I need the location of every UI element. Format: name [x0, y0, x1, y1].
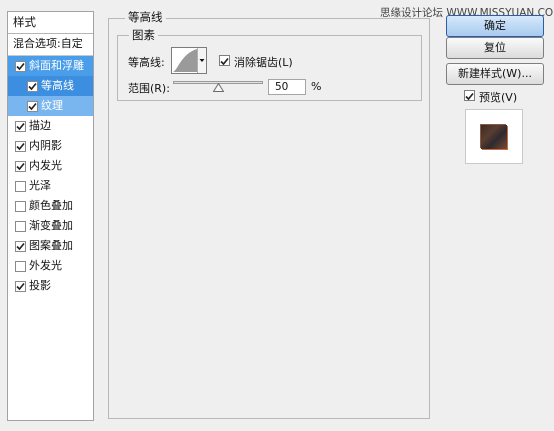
ok-button[interactable]: 确定	[446, 15, 544, 37]
contour-group-title: 等高线	[125, 11, 166, 24]
style-item-color-overlay[interactable]: 颜色叠加	[8, 196, 93, 216]
style-item-contour[interactable]: 等高线	[8, 76, 93, 96]
range-label: 范围(R):	[128, 82, 170, 95]
style-item-label: 投影	[29, 279, 51, 292]
style-item-stroke[interactable]: 描边	[8, 116, 93, 136]
style-item-pattern-overlay[interactable]: 图案叠加	[8, 236, 93, 256]
antialias-checkbox[interactable]	[219, 55, 230, 66]
style-item-label: 斜面和浮雕	[29, 59, 84, 72]
new-style-button[interactable]: 新建样式(W)...	[446, 63, 544, 85]
style-item-bevel-emboss[interactable]: 斜面和浮雕	[8, 56, 93, 76]
color-overlay-checkbox[interactable]	[15, 201, 26, 212]
style-item-texture[interactable]: 纹理	[8, 96, 93, 116]
style-item-outer-glow[interactable]: 外发光	[8, 256, 93, 276]
style-preview	[465, 109, 523, 164]
style-item-label: 内发光	[29, 159, 62, 172]
style-item-label: 描边	[29, 119, 51, 132]
outer-glow-checkbox[interactable]	[15, 261, 26, 272]
contour-dropdown-arrow[interactable]	[197, 48, 206, 73]
texture-checkbox[interactable]	[27, 101, 38, 112]
style-item-label: 等高线	[41, 79, 74, 92]
inner-glow-checkbox[interactable]	[15, 161, 26, 172]
styles-header: 样式	[8, 12, 93, 34]
antialias-label: 消除锯齿(L)	[234, 56, 293, 69]
range-input[interactable]: 50	[268, 79, 306, 95]
bevel-emboss-checkbox[interactable]	[15, 61, 26, 72]
style-item-label: 纹理	[41, 99, 63, 112]
range-unit: %	[311, 80, 322, 93]
stroke-checkbox[interactable]	[15, 121, 26, 132]
style-item-inner-glow[interactable]: 内发光	[8, 156, 93, 176]
inner-shadow-checkbox[interactable]	[15, 141, 26, 152]
elements-group-title: 图素	[129, 29, 158, 42]
style-item-label: 内阴影	[29, 139, 62, 152]
chevron-down-icon	[199, 59, 205, 62]
style-item-drop-shadow[interactable]: 投影	[8, 276, 93, 296]
style-item-label: 颜色叠加	[29, 199, 73, 212]
style-item-label: 渐变叠加	[29, 219, 73, 232]
style-item-gradient-overlay[interactable]: 渐变叠加	[8, 216, 93, 236]
drop-shadow-checkbox[interactable]	[15, 281, 26, 292]
contour-label: 等高线:	[128, 56, 165, 69]
contour-checkbox[interactable]	[27, 81, 38, 92]
style-item-label: 图案叠加	[29, 239, 73, 252]
style-item-label: 光泽	[29, 179, 51, 192]
contour-picker[interactable]	[171, 47, 207, 74]
blending-options-item[interactable]: 混合选项:自定	[8, 34, 93, 56]
style-item-inner-shadow[interactable]: 内阴影	[8, 136, 93, 156]
pattern-overlay-checkbox[interactable]	[15, 241, 26, 252]
style-item-label: 外发光	[29, 259, 62, 272]
styles-list-panel: 样式 混合选项:自定 斜面和浮雕 等高线 纹理 描边 内阴影 内发光 光泽 颜色…	[7, 11, 94, 421]
preview-thumbnail	[481, 125, 507, 149]
preview-label: 预览(V)	[479, 91, 518, 104]
gradient-overlay-checkbox[interactable]	[15, 221, 26, 232]
style-item-satin[interactable]: 光泽	[8, 176, 93, 196]
range-slider-handle[interactable]	[213, 83, 224, 92]
satin-checkbox[interactable]	[15, 181, 26, 192]
preview-checkbox[interactable]	[464, 90, 475, 101]
reset-button[interactable]: 复位	[446, 37, 544, 59]
contour-curve-icon	[173, 49, 197, 72]
